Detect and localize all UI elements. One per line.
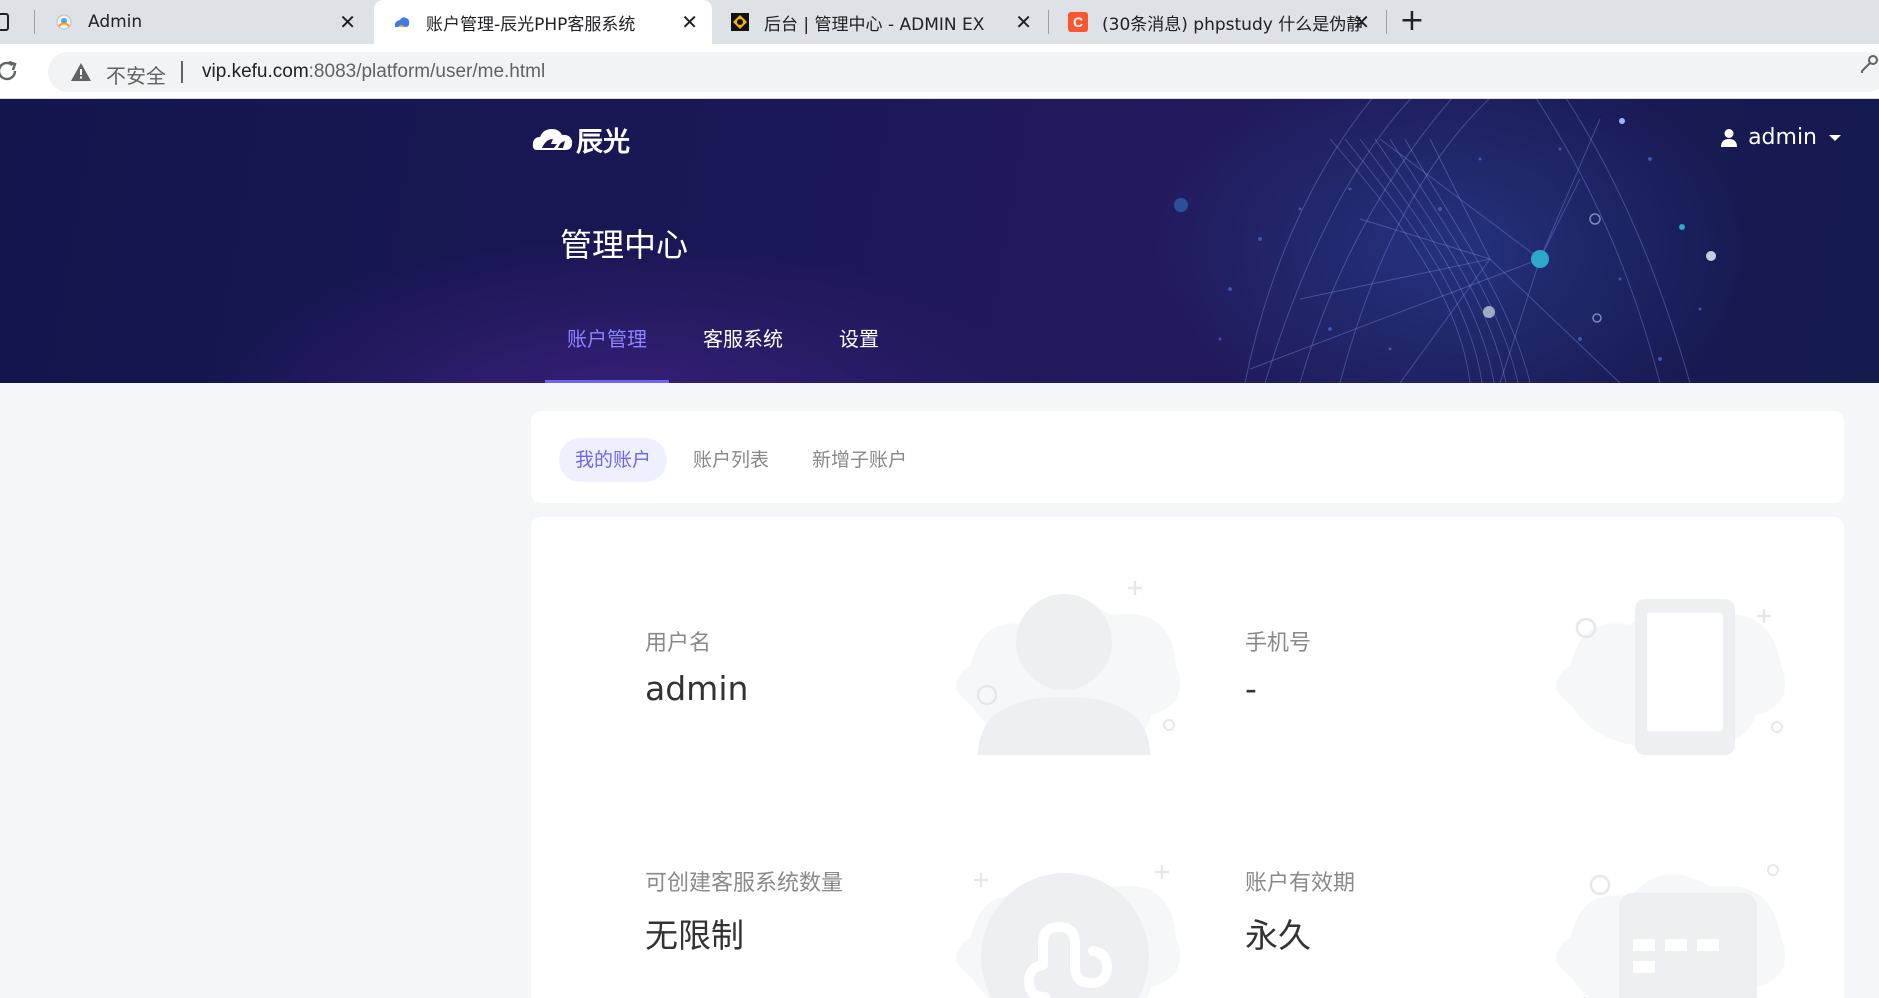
- calendar-icon: [1556, 864, 1785, 998]
- svg-text:C: C: [1073, 14, 1083, 30]
- info-label: 账户有效期: [1245, 871, 1356, 896]
- info-value: 无限制: [645, 916, 744, 955]
- tab-title: 后台 | 管理中心 - ADMIN EX: [764, 14, 985, 35]
- info-validity: 账户有效期 永久: [1245, 865, 1355, 957]
- browser-tab-admin[interactable]: Admin ✕: [36, 0, 370, 44]
- subtab-card: 我的账户 账户列表 新增子账户: [531, 411, 1844, 503]
- url-path: :8083/platform/user/me.html: [308, 61, 546, 82]
- brand-logo[interactable]: 辰光: [532, 121, 630, 158]
- tab-title: Admin: [88, 12, 143, 32]
- tab-separator: [1048, 10, 1049, 34]
- subtab-add-subaccount[interactable]: 新增子账户: [796, 438, 923, 482]
- tab-title: (30条消息) phpstudy 什么是伪静: [1102, 14, 1364, 35]
- close-tab-icon[interactable]: ✕: [681, 11, 698, 33]
- warning-icon[interactable]: [70, 62, 92, 82]
- url-omnibox[interactable]: 不安全 vip.kefu.com:8083/platform/user/me.h…: [48, 52, 1879, 92]
- nav-tab-settings[interactable]: 设置: [817, 329, 901, 383]
- tab-separator: [1386, 10, 1387, 34]
- page-title: 管理中心: [560, 226, 689, 264]
- info-value: admin: [645, 669, 749, 708]
- user-menu-dropdown[interactable]: admin: [1720, 125, 1841, 150]
- browser-tab-account[interactable]: 账户管理-辰光PHP客服系统 ✕: [374, 0, 712, 44]
- close-tab-icon[interactable]: ✕: [1353, 11, 1370, 33]
- browser-tab-bar: Admin ✕ 账户管理-辰光PHP客服系统 ✕ 后台 | 管理中心 - ADM…: [0, 0, 1879, 44]
- csdn-favicon-icon: C: [1068, 12, 1088, 32]
- brand-favicon-icon: [394, 17, 410, 27]
- subtab-account-list[interactable]: 账户列表: [677, 438, 785, 482]
- mini-program-icon: [956, 865, 1180, 998]
- main-nav: 账户管理 客服系统 设置: [545, 329, 913, 383]
- security-label[interactable]: 不安全: [106, 60, 166, 89]
- info-value: 永久: [1245, 916, 1311, 955]
- nav-tab-service[interactable]: 客服系统: [681, 329, 805, 383]
- info-label: 手机号: [1245, 631, 1312, 656]
- new-tab-button[interactable]: +: [1396, 6, 1428, 38]
- tab-separator: [34, 10, 35, 34]
- admin-favicon-icon: [56, 14, 72, 30]
- user-icon: [1721, 128, 1738, 147]
- info-label: 可创建客服系统数量: [645, 871, 844, 896]
- info-label: 用户名: [645, 631, 712, 656]
- chevron-down-icon: [1829, 134, 1841, 141]
- url-text[interactable]: vip.kefu.com:8083/platform/user/me.html: [202, 61, 545, 83]
- page-header-banner: 辰光 admin 管理中心 账户管理 客服系统 设置: [0, 99, 1879, 383]
- url-host: vip.kefu.com: [202, 61, 309, 82]
- phone-icon: [1556, 599, 1786, 755]
- window-icon: [0, 13, 9, 31]
- close-tab-icon[interactable]: ✕: [1015, 11, 1032, 33]
- close-tab-icon[interactable]: ✕: [339, 11, 356, 33]
- account-info-card: 用户名 admin 手机号 - 可创建客服系统数量 无限制 账户有效期 永久: [531, 517, 1844, 998]
- username-label: admin: [1748, 125, 1817, 150]
- subtab-my-account[interactable]: 我的账户: [559, 438, 668, 482]
- omnibox-separator: [181, 61, 183, 83]
- brand-name: 辰光: [576, 126, 630, 158]
- admin-ex-favicon-icon: [731, 13, 749, 31]
- browser-address-bar: 不安全 vip.kefu.com:8083/platform/user/me.h…: [0, 44, 1879, 99]
- info-username: 用户名 admin: [645, 625, 748, 708]
- user-icon: [956, 581, 1181, 755]
- key-icon[interactable]: [1859, 54, 1879, 74]
- browser-tab-admin-ex[interactable]: 后台 | 管理中心 - ADMIN EX ✕: [712, 0, 1046, 44]
- info-phone: 手机号 -: [1245, 625, 1311, 708]
- reload-icon[interactable]: [0, 58, 20, 84]
- info-service-quota: 可创建客服系统数量 无限制: [645, 865, 843, 957]
- network-background-graphic: [1150, 99, 1750, 383]
- nav-tab-account[interactable]: 账户管理: [545, 329, 669, 383]
- info-value: -: [1245, 669, 1257, 708]
- cloud-logo-icon: [532, 129, 573, 150]
- tab-title: 账户管理-辰光PHP客服系统: [426, 14, 636, 35]
- browser-tab-csdn[interactable]: C (30条消息) phpstudy 什么是伪静 ✕: [1050, 0, 1384, 44]
